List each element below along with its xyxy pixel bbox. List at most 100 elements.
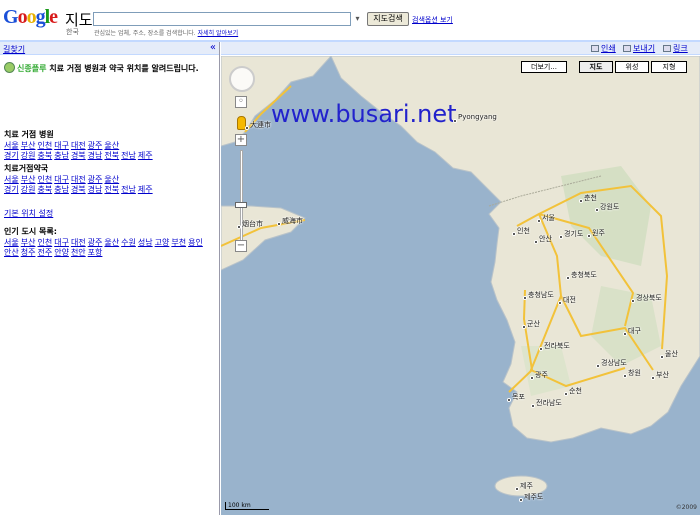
city-dot bbox=[595, 208, 599, 212]
region-link[interactable]: 인천 bbox=[37, 175, 52, 184]
region-link[interactable]: 경남 bbox=[88, 151, 103, 160]
region-link[interactable]: 고양 bbox=[155, 238, 170, 247]
city-dot bbox=[566, 276, 570, 280]
city-dot bbox=[522, 325, 526, 329]
region-link[interactable]: 광주 bbox=[88, 141, 103, 150]
reset-view-button[interactable]: ◦ bbox=[235, 96, 247, 108]
send-link[interactable]: 보내기 bbox=[623, 43, 655, 54]
region-link[interactable]: 부산 bbox=[21, 175, 36, 184]
region-link[interactable]: 경기 bbox=[4, 185, 19, 194]
map-canvas[interactable]: 더보기... 지도 위성 지형 ◦ + − www.busari.net 大連市… bbox=[221, 56, 700, 515]
city-label: 강원도 bbox=[600, 203, 620, 211]
map-type-satellite[interactable]: 위성 bbox=[615, 61, 649, 73]
region-link[interactable]: 제주 bbox=[138, 151, 153, 160]
region-link[interactable]: 기본 위치 설정 bbox=[4, 209, 53, 218]
region-link[interactable]: 부천 bbox=[171, 238, 186, 247]
region-link[interactable]: 울산 bbox=[104, 141, 119, 150]
google-logo[interactable]: Google bbox=[3, 6, 58, 29]
zoom-in-button[interactable]: + bbox=[235, 134, 247, 146]
region-link[interactable]: 안산 bbox=[4, 248, 19, 257]
region-link[interactable]: 부산 bbox=[21, 238, 36, 247]
region-link[interactable]: 충북 bbox=[37, 185, 52, 194]
region-link[interactable]: 대전 bbox=[71, 175, 86, 184]
region-link[interactable]: 광주 bbox=[88, 238, 103, 247]
city-label: 원주 bbox=[592, 229, 605, 237]
map-type-more[interactable]: 더보기... bbox=[521, 61, 567, 73]
city-dot bbox=[559, 235, 563, 239]
region-link[interactable]: 인천 bbox=[37, 238, 52, 247]
region-link[interactable]: 경남 bbox=[88, 185, 103, 194]
region-link[interactable]: 제주 bbox=[138, 185, 153, 194]
region-link[interactable]: 서울 bbox=[4, 141, 19, 150]
region-link[interactable]: 전주 bbox=[37, 248, 52, 257]
zoom-slider-knob[interactable] bbox=[235, 202, 247, 208]
map-type-terrain[interactable]: 지형 bbox=[651, 61, 687, 73]
section-heading: 치료거점약국 bbox=[4, 164, 49, 173]
search-input[interactable] bbox=[93, 12, 351, 26]
banner-brand[interactable]: 신종플루 bbox=[17, 64, 46, 73]
region-link[interactable]: 대구 bbox=[54, 238, 69, 247]
city-dot bbox=[507, 398, 511, 402]
learn-more-link[interactable]: 자세히 알아보기 bbox=[198, 30, 239, 37]
region-link[interactable]: 경북 bbox=[71, 185, 86, 194]
pan-control[interactable] bbox=[229, 66, 255, 92]
sidebar-section: 기본 위치 설정 bbox=[4, 209, 218, 219]
region-link[interactable]: 대전 bbox=[71, 141, 86, 150]
region-link[interactable]: 강원 bbox=[21, 151, 36, 160]
region-link[interactable]: 성남 bbox=[138, 238, 153, 247]
region-link[interactable]: 서울 bbox=[4, 238, 19, 247]
region-link[interactable]: 울산 bbox=[104, 238, 119, 247]
map-toolbar: 인쇄 보내기 링크 bbox=[221, 42, 700, 55]
city-label: 경상남도 bbox=[601, 359, 627, 367]
chain-link-icon bbox=[663, 45, 671, 52]
city-dot bbox=[453, 119, 457, 123]
city-label: 충청남도 bbox=[528, 291, 554, 299]
region-link[interactable]: 용인 bbox=[188, 238, 203, 247]
region-link[interactable]: 전북 bbox=[104, 185, 119, 194]
city-label: 경상북도 bbox=[636, 294, 662, 302]
region-link[interactable]: 부산 bbox=[21, 141, 36, 150]
region-link[interactable]: 충남 bbox=[54, 185, 69, 194]
search-options-link[interactable]: 검색옵션 보기 bbox=[412, 15, 453, 25]
region-link[interactable]: 충북 bbox=[37, 151, 52, 160]
region-link[interactable]: 전남 bbox=[121, 151, 136, 160]
region-link[interactable]: 안양 bbox=[54, 248, 69, 257]
logo-letter: g bbox=[35, 6, 46, 28]
city-label: 군산 bbox=[527, 320, 540, 328]
directions-link[interactable]: 길찾기 bbox=[3, 44, 25, 55]
link-link[interactable]: 링크 bbox=[663, 43, 688, 54]
region-link[interactable]: 대전 bbox=[71, 238, 86, 247]
region-link[interactable]: 충남 bbox=[54, 151, 69, 160]
section-heading: 인기 도시 목록: bbox=[4, 227, 57, 236]
region-link[interactable]: 대구 bbox=[54, 175, 69, 184]
search-maps-button[interactable]: 지도검색 bbox=[367, 12, 409, 26]
city-dot bbox=[245, 126, 249, 130]
region-link[interactable]: 전북 bbox=[104, 151, 119, 160]
region-link[interactable]: 인천 bbox=[37, 141, 52, 150]
city-dot bbox=[515, 487, 519, 491]
zoom-out-button[interactable]: − bbox=[235, 240, 247, 252]
region-link[interactable]: 수원 bbox=[121, 238, 136, 247]
region-link[interactable]: 경기 bbox=[4, 151, 19, 160]
region-link[interactable]: 광주 bbox=[88, 175, 103, 184]
sidebar-toolbar: 길찾기 « bbox=[0, 42, 219, 55]
region-link[interactable]: 청주 bbox=[21, 248, 36, 257]
region-link[interactable]: 강원 bbox=[21, 185, 36, 194]
region-link[interactable]: 포항 bbox=[88, 248, 103, 257]
logo-letter: G bbox=[3, 6, 19, 28]
search-history-dropdown[interactable]: ▾ bbox=[351, 12, 364, 26]
print-link[interactable]: 인쇄 bbox=[591, 43, 616, 54]
map-type-map[interactable]: 지도 bbox=[579, 61, 613, 73]
city-dot bbox=[523, 296, 527, 300]
region-link[interactable]: 천안 bbox=[71, 248, 86, 257]
region-link[interactable]: 대구 bbox=[54, 141, 69, 150]
region-link[interactable]: 전남 bbox=[121, 185, 136, 194]
collapse-sidebar-button[interactable]: « bbox=[210, 42, 216, 53]
print-label: 인쇄 bbox=[601, 44, 616, 53]
country-label: 한국 bbox=[66, 28, 79, 36]
region-link[interactable]: 울산 bbox=[104, 175, 119, 184]
city-dot bbox=[539, 347, 543, 351]
city-dot bbox=[237, 225, 241, 229]
region-link[interactable]: 서울 bbox=[4, 175, 19, 184]
region-link[interactable]: 경북 bbox=[71, 151, 86, 160]
